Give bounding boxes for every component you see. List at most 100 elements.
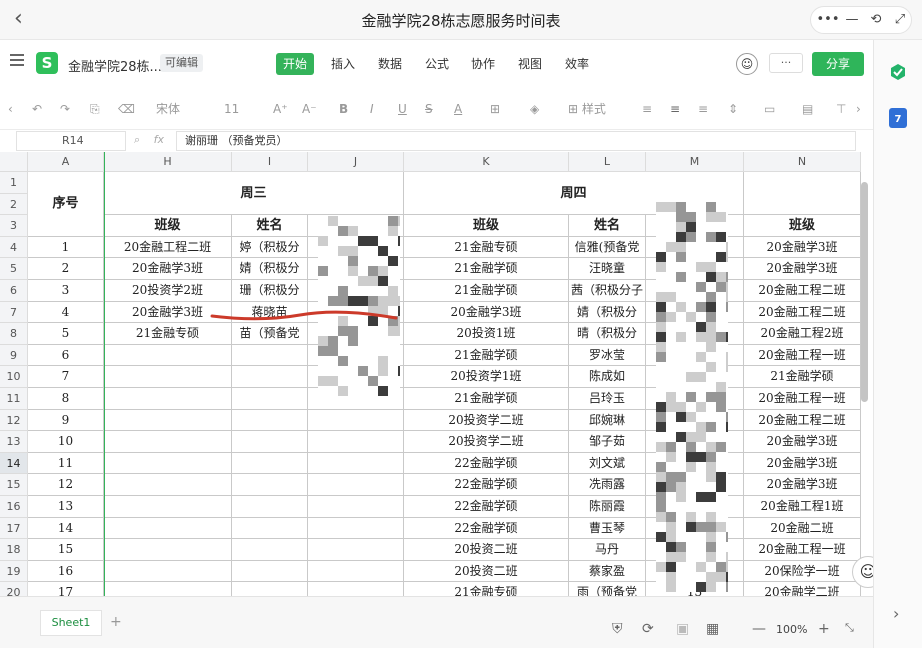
cell-class-wed[interactable] — [104, 496, 232, 518]
cell-class-thu[interactable]: 21金融专硕 — [404, 582, 569, 596]
row-header-13[interactable]: 13 — [0, 431, 28, 453]
cell-class-thu[interactable]: 20投资二班 — [404, 560, 569, 583]
cell-seq[interactable]: 17 — [28, 582, 104, 596]
tab-insert[interactable]: 插入 — [324, 53, 362, 75]
align-center-icon[interactable]: ≡ — [670, 100, 680, 118]
cell-name-thu[interactable]: 曹玉琴 — [569, 517, 646, 540]
cell-name-thu[interactable]: 陈丽霞 — [569, 496, 646, 518]
sheet-tab[interactable]: Sheet1 — [40, 610, 102, 636]
fx-icon[interactable]: fx — [154, 133, 164, 146]
strikethrough-icon[interactable]: S — [425, 100, 433, 118]
decrease-font-icon[interactable]: A⁻ — [302, 100, 317, 118]
row-header-8[interactable]: 8 — [0, 323, 28, 345]
column-header-a[interactable]: A — [28, 152, 104, 172]
scroll-left-icon[interactable]: ‹ — [8, 100, 13, 118]
cell-class-thu[interactable]: 21金融学硕 — [404, 344, 569, 367]
cell-class-n[interactable]: 21金融学硕 — [744, 366, 861, 388]
cell-class-n[interactable]: 20金融学二班 — [744, 582, 861, 596]
cell-seq[interactable]: 7 — [28, 366, 104, 388]
cell-class-thu[interactable]: 21金融专硕 — [404, 236, 569, 259]
row-header-10[interactable]: 10 — [0, 366, 28, 388]
row-header-16[interactable]: 16 — [0, 496, 28, 518]
cell-name-wed[interactable] — [232, 452, 308, 475]
cell-name-wed[interactable] — [232, 474, 308, 496]
header-class-n[interactable]: 班级 — [744, 215, 861, 237]
header-class-thu[interactable]: 班级 — [404, 215, 569, 237]
cell-class-wed[interactable] — [104, 517, 232, 540]
cell-name-wed[interactable] — [232, 539, 308, 561]
cell-style-button[interactable]: ⊞ 样式 — [568, 100, 616, 118]
column-header-m[interactable]: M — [646, 152, 744, 172]
border-icon[interactable]: ⊞ — [490, 100, 500, 118]
page-layout-icon[interactable]: ▣ — [676, 621, 689, 637]
row-header-9[interactable]: 9 — [0, 344, 28, 367]
cell-class-n[interactable]: 20金融工程二班 — [744, 409, 861, 432]
cell-contact-wed[interactable] — [308, 517, 404, 540]
row-header-20[interactable]: 20 — [0, 582, 28, 596]
cell-class-n[interactable]: 20金融工程一班 — [744, 539, 861, 561]
cell-name-wed[interactable] — [232, 517, 308, 540]
cell-name-thu[interactable]: 汪晓童 — [569, 258, 646, 280]
cell-contact-wed[interactable] — [308, 474, 404, 496]
sync-icon[interactable]: ⟳ — [642, 621, 654, 637]
merge-cells-icon[interactable]: ▭ — [764, 100, 775, 118]
cell-seq[interactable]: 4 — [28, 301, 104, 324]
cell-name-thu[interactable]: 邱婉琳 — [569, 409, 646, 432]
cell-class-wed[interactable] — [104, 409, 232, 432]
tab-formula[interactable]: 公式 — [418, 53, 456, 75]
zoom-search-icon[interactable]: ⌕ — [134, 133, 140, 146]
cell-class-wed[interactable]: 20金融学3班 — [104, 258, 232, 280]
cell-name-thu[interactable]: 茜（积极分子 — [569, 280, 646, 302]
cell-class-thu[interactable]: 22金融学硕 — [404, 517, 569, 540]
cell-class-n[interactable]: 20金融学3班 — [744, 431, 861, 453]
cell-class-thu[interactable]: 20投资学二班 — [404, 431, 569, 453]
cell-class-wed[interactable] — [104, 560, 232, 583]
cell-class-thu[interactable]: 20投资二班 — [404, 539, 569, 561]
bold-icon[interactable]: B — [339, 100, 348, 118]
cell-class-n[interactable]: 20金融学3班 — [744, 452, 861, 475]
cell-class-n[interactable]: 20金融工程二班 — [744, 280, 861, 302]
row-header-5[interactable]: 5 — [0, 258, 28, 280]
freeze-icon[interactable]: ⊤ — [836, 100, 846, 118]
check-badge-icon[interactable] — [888, 62, 908, 82]
cell-contact-wed[interactable] — [308, 560, 404, 583]
cell-seq[interactable]: 6 — [28, 344, 104, 367]
cell-class-thu[interactable]: 20投资学1班 — [404, 366, 569, 388]
more-button[interactable]: ··· — [769, 53, 803, 73]
cell-name-thu[interactable]: 婧（积极分 — [569, 301, 646, 324]
hamburger-menu-icon[interactable] — [10, 54, 24, 66]
collapse-panel-icon[interactable]: › — [893, 604, 899, 623]
vertical-align-icon[interactable]: ⇕ — [728, 100, 738, 118]
row-header-18[interactable]: 18 — [0, 539, 28, 561]
cell-name-thu[interactable]: 马丹 — [569, 539, 646, 561]
cell-name-thu[interactable]: 雨（预备党 — [569, 582, 646, 596]
row-header-1[interactable]: 1 — [0, 172, 28, 194]
cell-name-wed[interactable] — [232, 366, 308, 388]
minimize-icon[interactable]: — — [839, 10, 865, 30]
cell-name-wed[interactable] — [232, 388, 308, 410]
fit-screen-icon[interactable]: ⤡ — [845, 621, 854, 635]
cell-name-wed[interactable]: 婧（积极分 — [232, 258, 308, 280]
underline-icon[interactable]: U — [398, 100, 407, 118]
tab-start[interactable]: 开始 — [276, 53, 315, 75]
cell-name-wed[interactable] — [232, 431, 308, 453]
cell-class-wed[interactable]: 20投资学2班 — [104, 280, 232, 302]
cell-class-wed[interactable] — [104, 582, 232, 596]
more-options-icon[interactable]: ••• — [815, 10, 841, 30]
cell-name-thu[interactable]: 晴（积极分 — [569, 323, 646, 345]
cell-class-n[interactable]: 20金融工程一班 — [744, 344, 861, 367]
cell-name-thu[interactable]: 信雅(预备党 — [569, 236, 646, 259]
protect-icon[interactable]: ⛨ — [612, 621, 623, 637]
cell-class-n[interactable]: 20保险学一班 — [744, 560, 861, 583]
row-header-14[interactable]: 14 — [0, 452, 28, 475]
header-seq[interactable]: 序号 — [28, 172, 104, 237]
cell-seq[interactable]: 10 — [28, 431, 104, 453]
header-name-wed[interactable]: 姓名 — [232, 215, 308, 237]
header-name-thu[interactable]: 姓名 — [569, 215, 646, 237]
clear-format-icon[interactable]: ⌫ — [118, 100, 135, 118]
cell-seq[interactable]: 2 — [28, 258, 104, 280]
cell-contact-wed[interactable] — [308, 409, 404, 432]
column-header-k[interactable]: K — [404, 152, 569, 172]
cell-class-thu[interactable]: 20投资学二班 — [404, 409, 569, 432]
cell-seq[interactable]: 3 — [28, 280, 104, 302]
